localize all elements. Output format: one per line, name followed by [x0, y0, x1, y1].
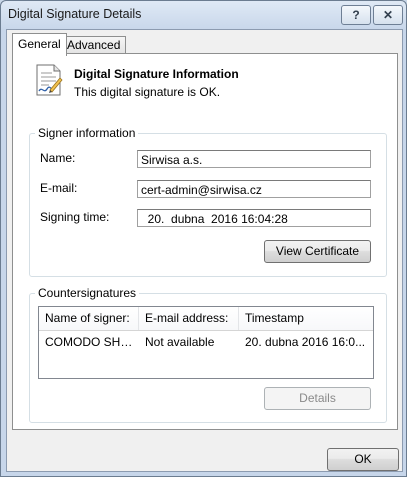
view-certificate-button[interactable]: View Certificate — [264, 240, 371, 263]
signer-information-group: Signer information Name: Sirwisa a.s. E-… — [29, 126, 387, 277]
name-label: Name: — [40, 151, 76, 165]
general-tab-page: Digital Signature Information This digit… — [12, 53, 398, 430]
column-header-email[interactable]: E-mail address: — [139, 307, 239, 330]
column-header-name[interactable]: Name of signer: — [39, 307, 139, 330]
close-icon: ✕ — [382, 8, 394, 22]
info-title: Digital Signature Information — [74, 67, 239, 81]
email-cell: Not available — [145, 335, 215, 349]
window-title: Digital Signature Details — [8, 7, 142, 21]
timestamp-cell: 20. dubna 2016 16:0... — [245, 335, 366, 349]
dialog-client-area: General Advanced Digital Signature Infor… — [6, 29, 403, 472]
help-button[interactable]: ? — [341, 5, 371, 25]
email-field[interactable]: cert-admin@sirwisa.cz — [137, 180, 371, 198]
column-header-timestamp[interactable]: Timestamp — [239, 307, 373, 330]
tab-advanced[interactable]: Advanced — [61, 36, 127, 54]
countersignatures-legend: Countersignatures — [35, 286, 140, 300]
signature-status-text: This digital signature is OK. — [74, 85, 221, 99]
tab-general[interactable]: General — [12, 33, 67, 56]
details-button[interactable]: Details — [264, 387, 371, 410]
name-field[interactable]: Sirwisa a.s. — [137, 150, 371, 168]
title-bar[interactable]: Digital Signature Details ? ✕ — [1, 1, 406, 29]
signer-name-cell: COMODO SHA-1... — [45, 335, 139, 349]
signing-time-field[interactable]: 20. dubna 2016 16:04:28 — [137, 209, 371, 227]
email-label: E-mail: — [40, 181, 78, 195]
countersignatures-group: Countersignatures Name of signer: E-mail… — [29, 286, 387, 423]
signing-time-label: Signing time: — [40, 210, 110, 224]
list-header: Name of signer: E-mail address: Timestam… — [39, 307, 373, 331]
signer-information-legend: Signer information — [35, 126, 139, 140]
list-item[interactable]: COMODO SHA-1... Not available 20. dubna … — [39, 330, 373, 353]
signed-document-icon — [36, 64, 63, 96]
dialog-window: Digital Signature Details ? ✕ General Ad… — [0, 0, 407, 477]
help-icon: ? — [352, 8, 360, 22]
countersignatures-list[interactable]: Name of signer: E-mail address: Timestam… — [38, 306, 374, 379]
close-button[interactable]: ✕ — [373, 5, 403, 25]
ok-button[interactable]: OK — [327, 448, 399, 471]
